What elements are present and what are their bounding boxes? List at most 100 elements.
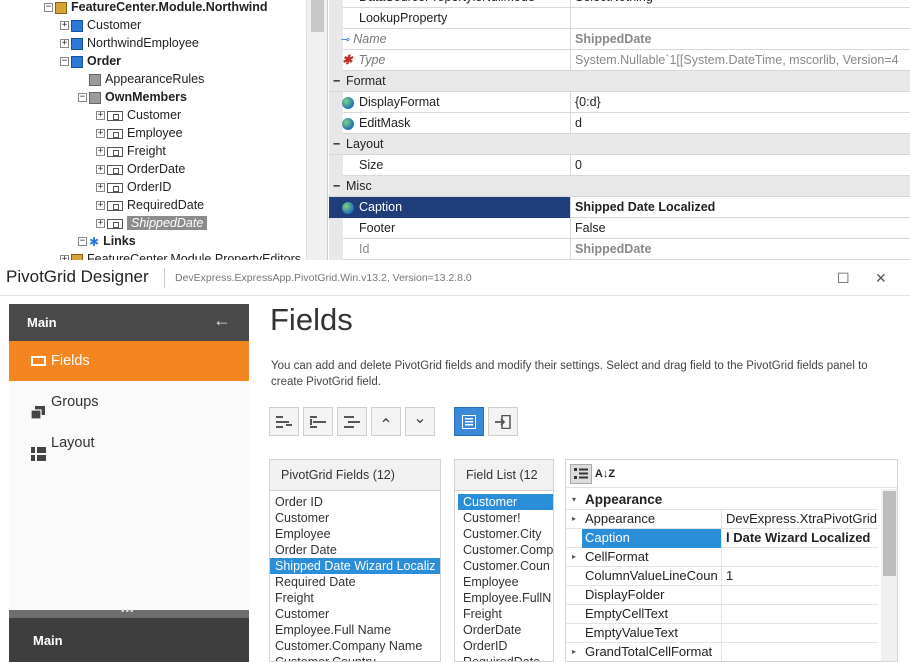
sidebar-item-layout[interactable]: Layout — [9, 423, 249, 463]
property-row[interactable]: Size 0 — [329, 155, 910, 176]
property-value[interactable] — [723, 643, 878, 661]
model-property-grid[interactable]: DataSourcePropertyIsNullModeSelectNothin… — [329, 0, 910, 260]
list-item[interactable]: Customer.Comp — [458, 542, 553, 558]
property-value[interactable] — [723, 605, 878, 624]
expand-icon[interactable]: ▸ — [572, 643, 576, 661]
list-item[interactable]: Customer.Company Name — [270, 638, 440, 654]
tree-node[interactable]: + Freight — [96, 142, 166, 160]
property-row[interactable]: Id ShippedDate — [329, 239, 910, 260]
tree-node[interactable]: − OwnMembers — [78, 88, 187, 106]
property-row[interactable]: DisplayFolder — [566, 586, 878, 605]
tree-node[interactable]: + RequiredDate — [96, 196, 204, 214]
property-value[interactable]: {0:d} — [572, 92, 910, 113]
expand-toggle-icon[interactable]: + — [96, 111, 105, 121]
list-item[interactable]: Customer.Coun — [458, 558, 553, 574]
back-arrow-icon[interactable]: ← — [213, 310, 231, 331]
list-item[interactable]: Customer — [270, 510, 440, 526]
tree-node[interactable]: − FeatureCenter.Module.Northwind — [44, 0, 268, 16]
property-value[interactable]: d — [572, 113, 910, 134]
list-item[interactable]: Employee — [458, 574, 553, 590]
list-item[interactable]: Customer! — [458, 510, 553, 526]
property-value[interactable]: 1 — [723, 567, 878, 586]
list-item[interactable]: Required Date — [270, 574, 440, 590]
sidebar-item-groups[interactable]: Groups — [9, 382, 249, 422]
import-button[interactable] — [488, 407, 518, 436]
tree-node[interactable]: + ShippedDate — [96, 214, 208, 232]
list-item[interactable]: Shipped Date Wizard Localiz — [270, 558, 440, 574]
move-down-button[interactable]: ⌄ — [405, 407, 435, 436]
list-item[interactable]: Employee.FullN — [458, 590, 553, 606]
list-item[interactable]: OrderDate — [458, 622, 553, 638]
list-item[interactable]: Employee — [270, 526, 440, 542]
move-up-button[interactable]: ⌃ — [371, 407, 401, 436]
tree-node[interactable]: + NorthwindEmployee — [60, 34, 199, 52]
retrieve-fields-button[interactable] — [454, 407, 484, 436]
sidebar-item-fields[interactable]: Fields — [9, 341, 249, 381]
property-value[interactable] — [723, 586, 878, 605]
property-row[interactable]: ▸ GrandTotalCellFormat — [566, 643, 878, 661]
property-row[interactable]: ColumnValueLineCoun 1 — [566, 567, 878, 586]
property-row[interactable]: EmptyCellText — [566, 605, 878, 624]
expand-toggle-icon[interactable]: + — [96, 165, 105, 175]
property-value[interactable]: False — [572, 218, 910, 239]
property-row[interactable]: Caption l Date Wizard Localized — [566, 529, 878, 548]
property-value[interactable]: 0 — [572, 155, 910, 176]
list-item[interactable]: Employee.Full Name — [270, 622, 440, 638]
property-value[interactable] — [723, 548, 878, 567]
expand-icon[interactable]: ▸ — [572, 510, 576, 528]
properties-scrollbar[interactable] — [881, 489, 897, 661]
collapse-icon[interactable]: ▾ — [572, 491, 576, 509]
close-button[interactable]: ✕ — [875, 270, 887, 287]
remove-field-button[interactable] — [337, 407, 367, 436]
tree-node[interactable]: − Order — [60, 52, 121, 70]
list-item[interactable]: Customer — [270, 606, 440, 622]
tree-node[interactable]: + Employee — [96, 124, 183, 142]
alphabetical-sort-icon[interactable]: A↓Z — [594, 464, 616, 484]
property-row[interactable]: ▸ Appearance DevExpress.XtraPivotGrid.F — [566, 510, 878, 529]
expand-toggle-icon[interactable]: + — [60, 39, 69, 49]
property-row[interactable]: Footer False — [329, 218, 910, 239]
tree-scrollbar[interactable] — [306, 0, 327, 260]
field-list[interactable]: Customer Customer! Customer.City Customer.C… — [455, 491, 553, 661]
scrollbar-thumb[interactable] — [883, 491, 896, 576]
tree-node[interactable]: + Customer — [96, 106, 181, 124]
tree-node[interactable]: + FeatureCenter.Module.PropertyEditors — [60, 250, 301, 260]
property-row[interactable]: DataSourcePropertyIsNullModeSelectNothin… — [329, 0, 910, 8]
expand-toggle-icon[interactable]: + — [60, 21, 69, 31]
property-value[interactable]: SelectNothing — [572, 0, 910, 8]
expand-toggle-icon[interactable]: + — [96, 183, 105, 193]
maximize-button[interactable]: ☐ — [837, 270, 850, 287]
expand-toggle-icon[interactable]: + — [96, 147, 105, 157]
expand-toggle-icon[interactable]: − — [78, 93, 87, 103]
property-row[interactable]: DisplayFormat {0:d} — [329, 92, 910, 113]
collapse-icon[interactable]: − — [333, 176, 342, 196]
category-row[interactable]: − Format — [329, 71, 910, 92]
property-row[interactable]: LookupProperty — [329, 8, 910, 29]
collapse-icon[interactable]: − — [333, 134, 342, 154]
list-item[interactable]: OrderID — [458, 638, 553, 654]
tree-node[interactable]: + OrderID — [96, 178, 171, 196]
property-value[interactable]: System.Nullable`1[[System.DateTime, msco… — [572, 50, 910, 71]
category-row[interactable]: − Layout — [329, 134, 910, 155]
list-item[interactable]: Customer.Country — [270, 654, 440, 661]
insert-field-button[interactable] — [303, 407, 333, 436]
tree-node[interactable]: + OrderDate — [96, 160, 185, 178]
expand-toggle-icon[interactable]: + — [96, 129, 105, 139]
category-row[interactable]: ▾ Appearance — [566, 491, 878, 510]
list-item[interactable]: Order ID — [270, 494, 440, 510]
collapse-icon[interactable]: − — [333, 71, 342, 91]
expand-toggle-icon[interactable]: − — [44, 3, 53, 13]
model-tree[interactable]: − FeatureCenter.Module.Northwind + Customer… — [0, 0, 328, 260]
list-item[interactable]: Customer — [458, 494, 553, 510]
sidebar-footer[interactable]: Main — [9, 618, 249, 662]
list-item[interactable]: Order Date — [270, 542, 440, 558]
property-value[interactable] — [572, 8, 910, 29]
tree-node[interactable]: − ✱ Links — [78, 232, 136, 250]
property-value[interactable]: ShippedDate — [572, 239, 910, 260]
expand-icon[interactable]: ▸ — [572, 548, 576, 566]
expand-toggle-icon[interactable]: + — [96, 219, 105, 229]
tree-node[interactable]: + Customer — [60, 16, 141, 34]
property-value[interactable]: DevExpress.XtraPivotGrid.F — [723, 510, 878, 529]
property-value[interactable]: Shipped Date Localized — [572, 197, 910, 218]
property-value[interactable]: ShippedDate — [572, 29, 910, 50]
